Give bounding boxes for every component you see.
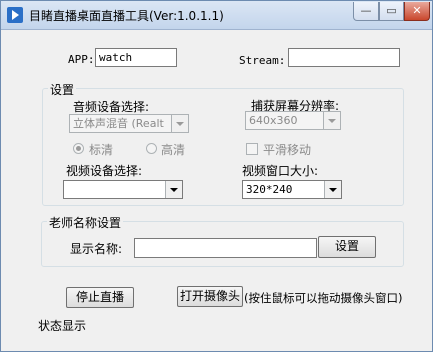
close-button[interactable]: ✕ bbox=[404, 2, 430, 21]
audio-device-value: 立体声混音 (Realt bbox=[73, 117, 164, 130]
audio-device-label: 音频设备选择: bbox=[73, 100, 150, 114]
video-device-label: 视频设备选择: bbox=[66, 164, 143, 178]
quality-high-radio[interactable] bbox=[146, 143, 157, 154]
teacher-group-title: 老师名称设置 bbox=[47, 214, 124, 231]
display-name-input[interactable] bbox=[134, 238, 317, 258]
set-name-button[interactable]: 设置 bbox=[318, 236, 376, 258]
minimize-icon: — bbox=[360, 4, 372, 17]
chevron-down-icon bbox=[171, 115, 188, 132]
display-name-label: 显示名称: bbox=[70, 242, 123, 256]
resolution-value: 640x360 bbox=[249, 114, 298, 127]
chevron-down-icon bbox=[323, 112, 340, 129]
app-label: APP: bbox=[68, 53, 95, 66]
title-bar[interactable]: 目睹直播桌面直播工具(Ver:1.0.1.1) — ▭ ✕ bbox=[1, 1, 432, 30]
app-window: 目睹直播桌面直播工具(Ver:1.0.1.1) — ▭ ✕ APP: watch… bbox=[0, 0, 433, 352]
status-text: 状态显示 bbox=[38, 319, 87, 333]
quality-high-label: 高清 bbox=[161, 143, 186, 157]
window-title: 目睹直播桌面直播工具(Ver:1.0.1.1) bbox=[29, 9, 224, 23]
open-camera-button[interactable]: 打开摄像头 bbox=[177, 286, 243, 307]
maximize-button[interactable]: ▭ bbox=[379, 2, 404, 21]
camera-hint-text: (按住鼠标可以拖动摄像头窗口) bbox=[244, 291, 403, 305]
app-play-icon bbox=[7, 7, 23, 23]
resolution-select[interactable]: 640x360 bbox=[245, 111, 341, 130]
client-area: APP: watch Stream: 设置 音频设备选择: 立体声混音 (Rea… bbox=[7, 30, 426, 346]
stop-live-button[interactable]: 停止直播 bbox=[66, 287, 134, 308]
app-input[interactable]: watch bbox=[95, 48, 177, 67]
maximize-icon: ▭ bbox=[386, 4, 397, 17]
chevron-down-icon bbox=[324, 181, 341, 198]
audio-device-select[interactable]: 立体声混音 (Realt bbox=[69, 114, 189, 133]
video-window-select[interactable]: 320*240 bbox=[242, 180, 342, 199]
stream-label: Stream: bbox=[239, 54, 286, 67]
video-window-label: 视频窗口大小: bbox=[242, 164, 319, 178]
video-window-value: 320*240 bbox=[246, 183, 293, 196]
smooth-move-checkbox[interactable] bbox=[246, 143, 258, 155]
settings-group-title: 设置 bbox=[48, 81, 77, 98]
chevron-down-icon bbox=[165, 181, 182, 198]
video-device-select[interactable] bbox=[63, 180, 183, 199]
smooth-move-label: 平滑移动 bbox=[263, 143, 312, 157]
stream-input[interactable] bbox=[288, 48, 400, 67]
quality-standard-radio[interactable] bbox=[73, 143, 84, 154]
minimize-button[interactable]: — bbox=[353, 2, 379, 21]
close-icon: ✕ bbox=[412, 4, 422, 17]
quality-standard-label: 标清 bbox=[89, 143, 114, 157]
